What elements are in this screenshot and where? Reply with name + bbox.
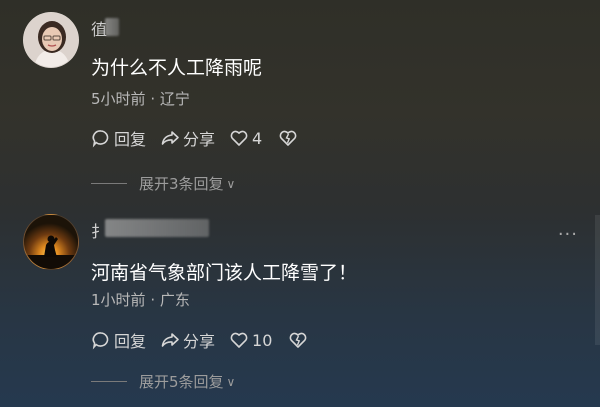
comment-text: 为什么不人工降雨呢	[91, 57, 263, 79]
avatar-sunset-silhouette-image	[24, 215, 78, 269]
expand-replies[interactable]: 展开5条回复 ∨	[91, 371, 235, 392]
dislike-button[interactable]	[278, 128, 301, 148]
share-label: 分享	[183, 332, 216, 351]
reply-button[interactable]: 回复	[91, 126, 146, 150]
meta-separator: ·	[150, 90, 156, 108]
comment-location: 广东	[159, 291, 190, 309]
dislike-heart-icon	[279, 130, 297, 146]
more-dots-icon[interactable]: ···	[558, 224, 578, 245]
share-button[interactable]: 分享	[160, 328, 215, 352]
meta-separator: ·	[150, 291, 156, 309]
comment-location: 辽宁	[159, 90, 190, 108]
reply-label: 回复	[114, 130, 147, 149]
divider-line	[91, 183, 127, 184]
avatar[interactable]	[23, 214, 79, 270]
divider-line	[91, 381, 127, 382]
like-button[interactable]: 4	[229, 128, 262, 148]
comment-bubble-icon	[92, 130, 109, 148]
avatar[interactable]	[23, 12, 79, 68]
scrollbar[interactable]	[595, 215, 600, 345]
dislike-heart-icon	[290, 332, 307, 348]
username-blur-mask	[105, 219, 209, 237]
comment-actions: 回复 分享 4	[91, 126, 315, 150]
comment-meta: 5小时前 · 辽宁	[91, 88, 190, 109]
like-button[interactable]: 10	[229, 330, 272, 350]
comment-bubble-icon	[92, 332, 109, 350]
share-button[interactable]: 分享	[160, 126, 215, 150]
share-label: 分享	[183, 130, 216, 149]
heart-icon	[230, 332, 248, 348]
share-arrow-icon	[161, 131, 179, 145]
dislike-button[interactable]	[288, 330, 311, 350]
comment-actions: 回复 分享 10	[91, 328, 325, 352]
comment-text: 河南省气象部门该人工降雪了！	[91, 262, 358, 284]
comment-time: 5小时前	[91, 90, 146, 108]
like-count: 10	[252, 330, 273, 350]
expand-replies-label: 展开3条回复	[139, 175, 224, 193]
chevron-down-icon: ∨	[226, 374, 236, 389]
username-blur-mask	[105, 18, 119, 36]
comment-meta: 1小时前 · 广东	[91, 289, 190, 310]
reply-label: 回复	[114, 332, 147, 351]
heart-icon	[230, 130, 248, 146]
like-count: 4	[252, 128, 263, 148]
comment-time: 1小时前	[91, 291, 146, 309]
expand-replies-label: 展开5条回复	[139, 373, 224, 391]
expand-replies[interactable]: 展开3条回复 ∨	[91, 173, 235, 194]
share-arrow-icon	[161, 333, 179, 347]
reply-button[interactable]: 回复	[91, 328, 146, 352]
avatar-portrait-image	[24, 13, 78, 67]
chevron-down-icon: ∨	[226, 176, 236, 191]
